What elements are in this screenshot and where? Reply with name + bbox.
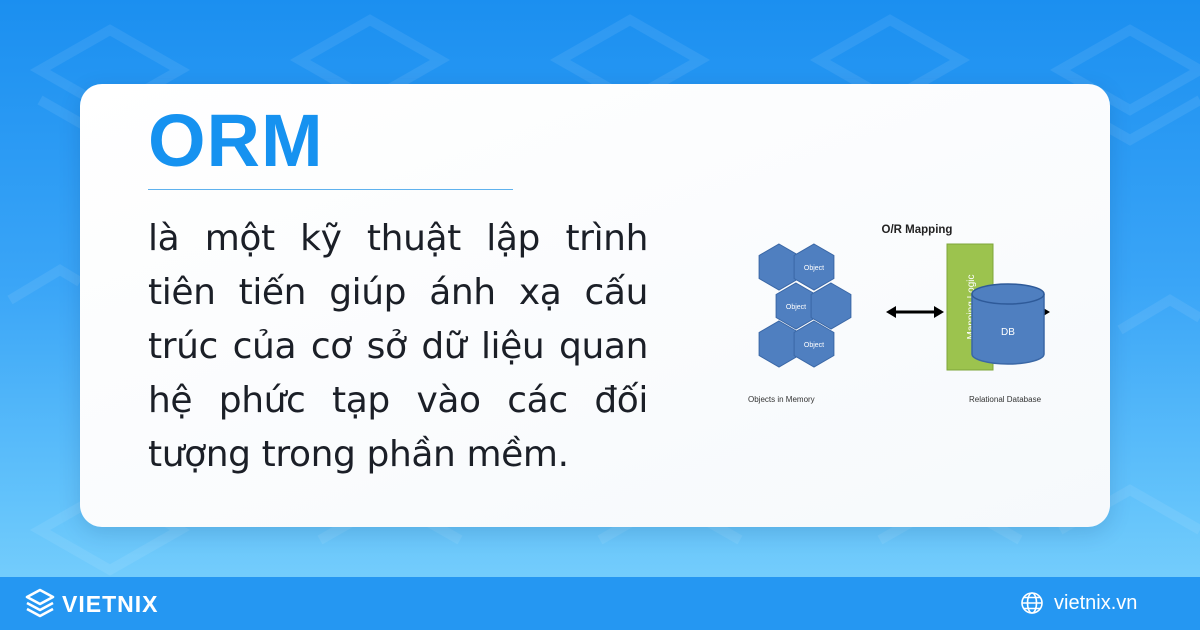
website-link[interactable]: vietnix.vn	[1054, 592, 1137, 615]
footer-bar: VIETNIX vietnix.vn	[0, 577, 1200, 630]
layers-logo-icon	[25, 588, 55, 618]
left-double-arrow	[886, 306, 944, 318]
database-caption: Relational Database	[969, 395, 1042, 404]
title-underline	[148, 189, 513, 190]
objects-cluster: Object Object Object	[758, 243, 852, 368]
globe-icon	[1021, 592, 1043, 614]
database-diagram: DB Relational Database	[969, 283, 1045, 404]
database-cylinder	[971, 283, 1045, 365]
object-hexagon	[810, 282, 852, 330]
diagram-title: O/R Mapping	[882, 224, 953, 236]
info-card: ORM là một kỹ thuật lập trình tiên tiến …	[80, 84, 1110, 527]
object-label: Object	[804, 265, 824, 272]
database-label: DB	[1001, 327, 1015, 338]
orm-description: là một kỹ thuật lập trình tiên tiến giúp…	[148, 218, 648, 475]
brand-name: VIETNIX	[62, 591, 159, 617]
object-label: Object	[804, 342, 824, 349]
object-hexagon	[758, 320, 800, 368]
object-label: Object	[786, 304, 806, 311]
object-hexagon	[758, 243, 800, 291]
objects-caption: Objects in Memory	[748, 395, 815, 404]
page-title: ORM	[148, 99, 324, 182]
